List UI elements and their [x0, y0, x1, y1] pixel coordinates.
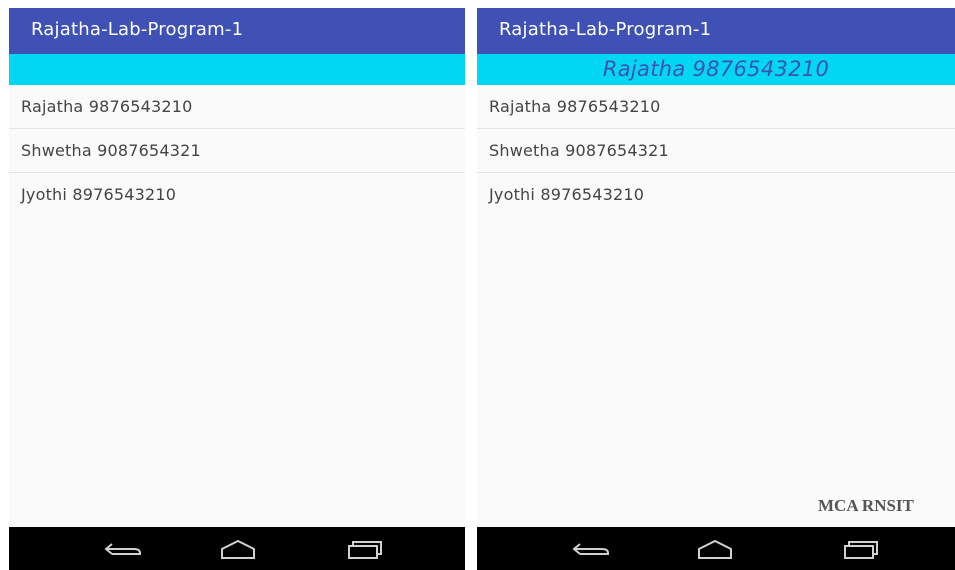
back-button[interactable]	[89, 527, 159, 570]
selected-contact-display	[9, 54, 465, 85]
back-icon	[104, 542, 141, 555]
selected-contact-display: Rajatha 9876543210	[477, 54, 955, 85]
list-item[interactable]: Shwetha 9087654321	[477, 129, 955, 173]
home-icon	[221, 539, 255, 559]
system-nav-bar	[477, 527, 955, 570]
list-item[interactable]: Jyothi 8976543210	[9, 173, 465, 217]
list-item[interactable]: Jyothi 8976543210	[477, 173, 955, 217]
home-button[interactable]	[680, 527, 750, 570]
list-item[interactable]: Shwetha 9087654321	[9, 129, 465, 173]
recent-apps-button[interactable]	[825, 527, 895, 570]
app-bar-title: Rajatha-Lab-Program-1	[477, 8, 955, 54]
home-button[interactable]	[203, 527, 273, 570]
system-nav-bar	[9, 527, 465, 570]
contact-list: Rajatha 9876543210 Shwetha 9087654321 Jy…	[9, 85, 465, 217]
back-icon	[572, 542, 609, 555]
contact-list: Rajatha 9876543210 Shwetha 9087654321 Jy…	[477, 85, 955, 217]
app-bar-title: Rajatha-Lab-Program-1	[9, 8, 465, 54]
list-item[interactable]: Rajatha 9876543210	[9, 85, 465, 129]
watermark-text: MCA RNSIT	[818, 496, 914, 515]
recent-apps-icon	[844, 540, 878, 559]
phone-screen-left: Rajatha-Lab-Program-1 Rajatha 9876543210…	[9, 8, 465, 570]
recent-apps-icon	[348, 540, 382, 559]
list-item[interactable]: Rajatha 9876543210	[477, 85, 955, 129]
phone-screen-right: Rajatha-Lab-Program-1 Rajatha 9876543210…	[477, 8, 955, 570]
home-icon	[698, 539, 732, 559]
recent-apps-button[interactable]	[329, 527, 399, 570]
back-button[interactable]	[557, 527, 627, 570]
